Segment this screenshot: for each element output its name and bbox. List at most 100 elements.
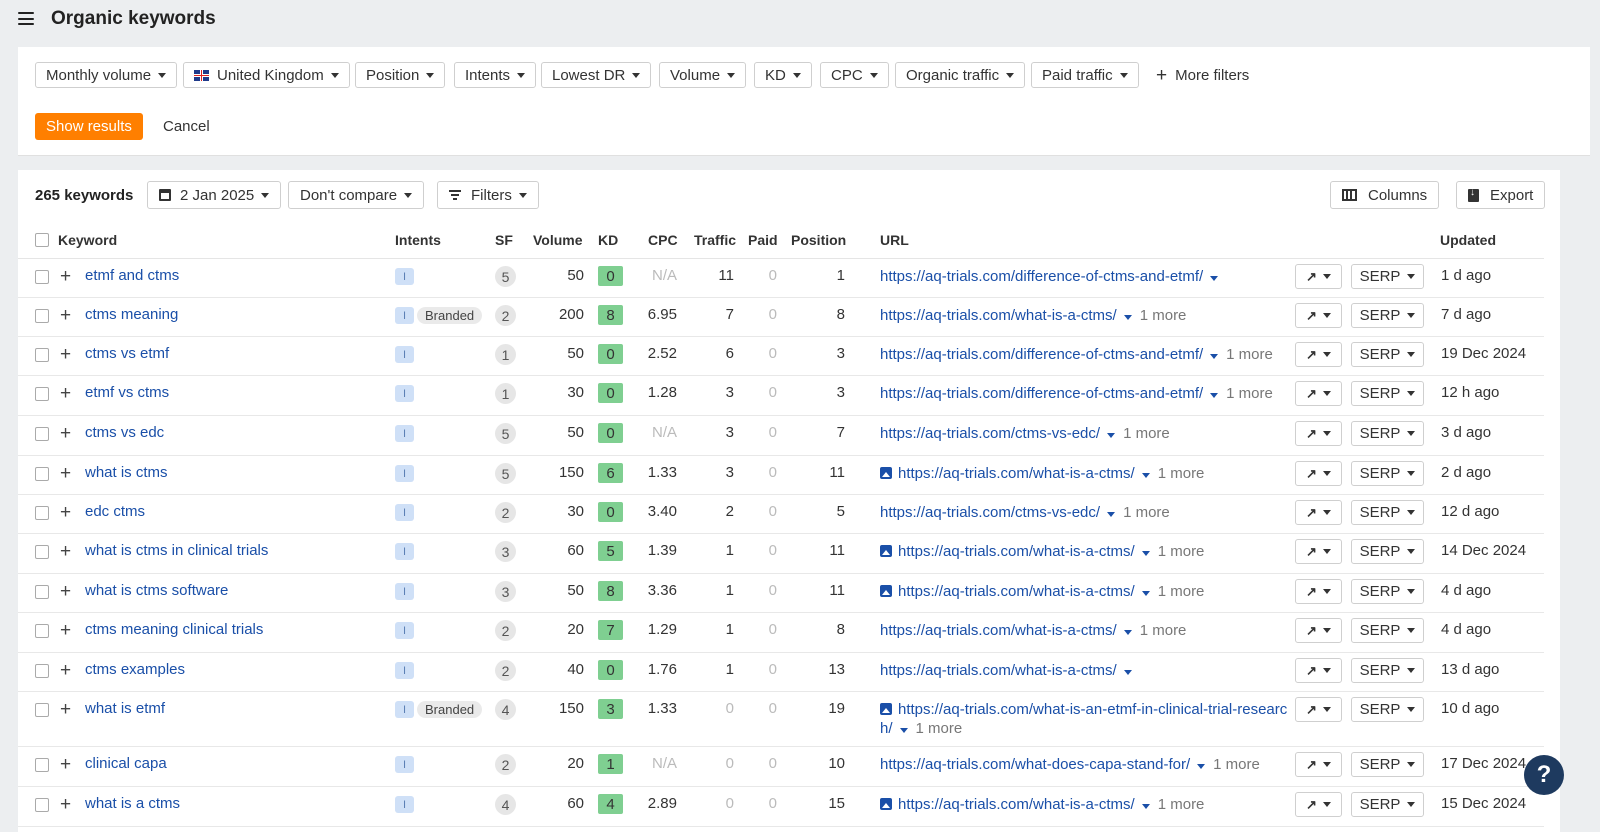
row-checkbox[interactable] bbox=[35, 506, 49, 520]
trend-button[interactable]: ↗ bbox=[1295, 500, 1342, 525]
trend-button[interactable]: ↗ bbox=[1295, 461, 1342, 486]
add-keyword-icon[interactable]: + bbox=[60, 384, 71, 403]
hamburger-icon[interactable] bbox=[18, 12, 34, 25]
row-checkbox[interactable] bbox=[35, 664, 49, 678]
add-keyword-icon[interactable]: + bbox=[60, 621, 71, 640]
row-checkbox[interactable] bbox=[35, 309, 49, 323]
sf-count[interactable]: 2 bbox=[495, 620, 516, 641]
sf-count[interactable]: 2 bbox=[495, 502, 516, 523]
url-caret-icon[interactable] bbox=[1141, 473, 1150, 478]
trend-button[interactable]: ↗ bbox=[1295, 303, 1342, 328]
row-checkbox[interactable] bbox=[35, 545, 49, 559]
serp-button[interactable]: SERP bbox=[1351, 381, 1424, 406]
row-checkbox[interactable] bbox=[35, 427, 49, 441]
serp-button[interactable]: SERP bbox=[1351, 461, 1424, 486]
filter-intents[interactable]: Intents bbox=[454, 62, 537, 88]
more-filters-button[interactable]: + More filters bbox=[1156, 62, 1249, 88]
add-keyword-icon[interactable]: + bbox=[60, 267, 71, 286]
keyword-link[interactable]: ctms vs edc bbox=[85, 424, 164, 441]
keyword-link[interactable]: etmf and ctms bbox=[85, 267, 179, 284]
add-keyword-icon[interactable]: + bbox=[60, 345, 71, 364]
keyword-link[interactable]: ctms meaning clinical trials bbox=[85, 621, 263, 638]
ranking-url-link-cont[interactable]: h/ bbox=[880, 720, 893, 737]
filters-button[interactable]: Filters bbox=[437, 181, 539, 209]
col-intents[interactable]: Intents bbox=[395, 232, 441, 248]
trend-button[interactable]: ↗ bbox=[1295, 539, 1342, 564]
more-urls-link[interactable]: 1 more bbox=[1123, 504, 1170, 521]
more-urls-link[interactable]: 1 more bbox=[1123, 425, 1170, 442]
ranking-url-link[interactable]: https://aq-trials.com/what-is-a-ctms/ bbox=[880, 662, 1117, 679]
filter-volume[interactable]: Volume bbox=[659, 62, 747, 88]
trend-button[interactable]: ↗ bbox=[1295, 792, 1342, 817]
ranking-url-link[interactable]: https://aq-trials.com/difference-of-ctms… bbox=[880, 385, 1203, 402]
trend-button[interactable]: ↗ bbox=[1295, 264, 1342, 289]
add-keyword-icon[interactable]: + bbox=[60, 503, 71, 522]
sf-count[interactable]: 4 bbox=[495, 794, 516, 815]
col-traffic[interactable]: Traffic bbox=[694, 232, 736, 248]
col-kd[interactable]: KD bbox=[598, 232, 618, 248]
more-urls-link[interactable]: 1 more bbox=[1226, 385, 1273, 402]
col-updated[interactable]: Updated bbox=[1440, 232, 1496, 248]
more-urls-link[interactable]: 1 more bbox=[1158, 543, 1205, 560]
add-keyword-icon[interactable]: + bbox=[60, 306, 71, 325]
sf-count[interactable]: 2 bbox=[495, 660, 516, 681]
serp-button[interactable]: SERP bbox=[1351, 579, 1424, 604]
keyword-link[interactable]: what is ctms in clinical trials bbox=[85, 542, 268, 559]
col-cpc[interactable]: CPC bbox=[648, 232, 678, 248]
sf-count[interactable]: 1 bbox=[495, 344, 516, 365]
ranking-url-link[interactable]: https://aq-trials.com/what-is-a-ctms/ bbox=[898, 583, 1135, 600]
row-checkbox[interactable] bbox=[35, 270, 49, 284]
col-volume[interactable]: Volume bbox=[533, 232, 583, 248]
serp-button[interactable]: SERP bbox=[1351, 303, 1424, 328]
row-checkbox[interactable] bbox=[35, 624, 49, 638]
serp-button[interactable]: SERP bbox=[1351, 421, 1424, 446]
col-position[interactable]: Position bbox=[791, 232, 846, 248]
ranking-url-link[interactable]: https://aq-trials.com/ctms-vs-edc/ bbox=[880, 504, 1100, 521]
col-keyword[interactable]: Keyword bbox=[58, 232, 117, 248]
col-paid[interactable]: Paid bbox=[748, 232, 778, 248]
keyword-link[interactable]: what is etmf bbox=[85, 700, 165, 717]
trend-button[interactable]: ↗ bbox=[1295, 342, 1342, 367]
row-checkbox[interactable] bbox=[35, 758, 49, 772]
sf-count[interactable]: 5 bbox=[495, 423, 516, 444]
date-picker[interactable]: 2 Jan 2025 bbox=[147, 181, 282, 209]
url-caret-icon[interactable] bbox=[1107, 512, 1116, 517]
serp-button[interactable]: SERP bbox=[1351, 752, 1424, 777]
trend-button[interactable]: ↗ bbox=[1295, 579, 1342, 604]
serp-button[interactable]: SERP bbox=[1351, 792, 1424, 817]
url-caret-icon[interactable] bbox=[1210, 354, 1219, 359]
add-keyword-icon[interactable]: + bbox=[60, 582, 71, 601]
ranking-url-link[interactable]: https://aq-trials.com/what-is-a-ctms/ bbox=[898, 543, 1135, 560]
filter-kd[interactable]: KD bbox=[754, 62, 812, 88]
serp-button[interactable]: SERP bbox=[1351, 658, 1424, 683]
ranking-url-link[interactable]: https://aq-trials.com/what-is-an-etmf-in… bbox=[898, 701, 1287, 718]
row-checkbox[interactable] bbox=[35, 798, 49, 812]
help-button[interactable]: ? bbox=[1524, 755, 1564, 795]
keyword-link[interactable]: etmf vs ctms bbox=[85, 384, 169, 401]
serp-button[interactable]: SERP bbox=[1351, 342, 1424, 367]
url-caret-icon[interactable] bbox=[1210, 393, 1219, 398]
filter-lowest-dr[interactable]: Lowest DR bbox=[541, 62, 652, 88]
row-checkbox[interactable] bbox=[35, 467, 49, 481]
more-urls-link[interactable]: 1 more bbox=[1158, 583, 1205, 600]
sf-count[interactable]: 3 bbox=[495, 581, 516, 602]
show-results-button[interactable]: Show results bbox=[35, 113, 143, 140]
keyword-link[interactable]: ctms examples bbox=[85, 661, 185, 678]
col-url[interactable]: URL bbox=[880, 232, 909, 248]
col-sf[interactable]: SF bbox=[495, 232, 513, 248]
filter-cpc[interactable]: CPC bbox=[820, 62, 889, 88]
ranking-url-link[interactable]: https://aq-trials.com/ctms-vs-edc/ bbox=[880, 425, 1100, 442]
columns-button[interactable]: Columns bbox=[1330, 181, 1440, 209]
serp-button[interactable]: SERP bbox=[1351, 264, 1424, 289]
url-caret-icon[interactable] bbox=[1107, 433, 1116, 438]
row-checkbox[interactable] bbox=[35, 585, 49, 599]
ranking-url-link[interactable]: https://aq-trials.com/difference-of-ctms… bbox=[880, 268, 1203, 285]
sf-count[interactable]: 4 bbox=[495, 699, 516, 720]
more-urls-link[interactable]: 1 more bbox=[1158, 465, 1205, 482]
filter-country[interactable]: United Kingdom bbox=[183, 62, 350, 88]
serp-button[interactable]: SERP bbox=[1351, 618, 1424, 643]
sf-count[interactable]: 3 bbox=[495, 541, 516, 562]
add-keyword-icon[interactable]: + bbox=[60, 795, 71, 814]
serp-button[interactable]: SERP bbox=[1351, 539, 1424, 564]
keyword-link[interactable]: what is ctms software bbox=[85, 582, 228, 599]
